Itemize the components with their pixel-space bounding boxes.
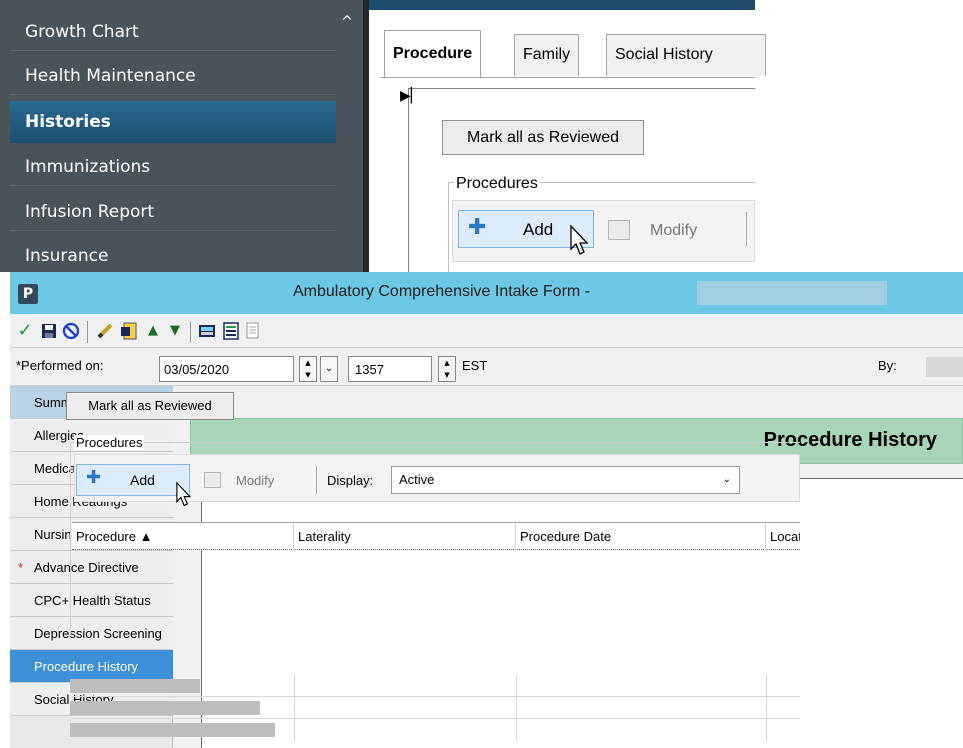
- back-sidebar-item-growth-chart[interactable]: Growth Chart: [10, 13, 345, 51]
- back-window-divider: [363, 0, 369, 272]
- list-icon[interactable]: [222, 322, 240, 340]
- procedures-group-label: Procedures: [74, 435, 145, 450]
- form-icon[interactable]: [120, 322, 138, 340]
- back-window-content: Procedure Family Social History ▶▏ Mark …: [370, 10, 766, 272]
- calculator-icon[interactable]: [198, 322, 216, 340]
- back-tab-divider: [380, 77, 755, 78]
- toolbar-separator: [746, 212, 747, 246]
- arrow-down-icon[interactable]: ▼: [166, 322, 184, 340]
- column-header-procedure-date[interactable]: Procedure Date: [516, 523, 766, 551]
- checkmark-icon[interactable]: ✓: [16, 322, 34, 340]
- back-modify-button[interactable]: Modify: [650, 222, 697, 240]
- display-value: Active: [399, 472, 435, 487]
- required-marker: *: [18, 560, 24, 575]
- chevron-down-icon[interactable]: ⌄: [320, 356, 338, 382]
- form-toolbar: ✓ ▲ ▼: [10, 314, 963, 348]
- plus-icon: ✚: [468, 215, 487, 240]
- time-spinner[interactable]: ▲ ▼: [438, 356, 456, 382]
- document-icon[interactable]: [244, 322, 262, 340]
- mouse-cursor-icon: [570, 225, 589, 255]
- back-tab-procedure[interactable]: Procedure: [384, 30, 482, 78]
- performed-time-input[interactable]: 1357: [348, 356, 432, 382]
- back-sidebar: Growth Chart Health Maintenance Historie…: [0, 0, 363, 272]
- back-tab-social-history[interactable]: Social History: [606, 34, 766, 76]
- cell-divider: [766, 697, 767, 719]
- back-sidebar-item-health-maintenance[interactable]: Health Maintenance: [10, 57, 345, 95]
- scroll-up-icon[interactable]: ^: [336, 10, 358, 32]
- mouse-cursor-icon: [176, 482, 192, 507]
- cell-divider: [766, 675, 767, 697]
- back-sidebar-item-infusion-report[interactable]: Infusion Report: [10, 193, 345, 231]
- redacted-patient-name: [697, 281, 887, 305]
- arrow-up-icon[interactable]: ▲: [144, 322, 162, 340]
- toolbar-separator: [87, 321, 88, 343]
- plus-icon: ✚: [86, 467, 102, 488]
- redacted-cell: [70, 679, 200, 693]
- back-mark-all-reviewed-button[interactable]: Mark all as Reviewed: [442, 120, 644, 155]
- toolbar-separator: [190, 321, 191, 343]
- cell-divider: [294, 697, 295, 719]
- date-spinner[interactable]: ▲ ▼: [299, 356, 317, 382]
- cell-divider: [516, 675, 517, 697]
- redacted-cell: [70, 701, 260, 715]
- edit-icon: [608, 220, 630, 240]
- modify-button[interactable]: Modify: [236, 473, 274, 488]
- column-header-procedure[interactable]: Procedure ▲: [72, 523, 294, 551]
- by-label: By:: [878, 358, 897, 373]
- column-header-laterality[interactable]: Laterality: [294, 523, 516, 551]
- performed-date-input[interactable]: 03/05/2020: [159, 356, 294, 382]
- performed-bar: *Performed on: 03/05/2020 ▲ ▼ ⌄ 1357 ▲ ▼ E…: [10, 348, 963, 386]
- timezone-label: EST: [462, 358, 488, 373]
- cell-divider: [294, 719, 295, 741]
- back-procedures-group-label: Procedures: [454, 175, 540, 193]
- back-add-label: Add: [523, 220, 554, 239]
- back-window-header-bar: [369, 0, 755, 10]
- pen-icon[interactable]: [96, 322, 114, 340]
- table-row[interactable]: [70, 675, 800, 697]
- back-tab-family[interactable]: Family: [514, 34, 580, 76]
- back-sidebar-scrollbar[interactable]: ^: [336, 10, 358, 272]
- intake-form-window: P Ambulatory Comprehensive Intake Form -…: [10, 272, 963, 748]
- redacted-cell: [70, 723, 275, 737]
- edit-icon: [204, 472, 221, 488]
- title-bar[interactable]: P Ambulatory Comprehensive Intake Form -: [10, 272, 963, 314]
- column-header-location[interactable]: Location: [766, 523, 800, 551]
- table-row[interactable]: [70, 719, 800, 741]
- performed-on-label: *Performed on:: [16, 358, 104, 373]
- back-sidebar-item-histories[interactable]: Histories: [10, 101, 345, 143]
- table-row[interactable]: [70, 697, 800, 719]
- cell-divider: [516, 719, 517, 741]
- toolbar-separator: [316, 466, 317, 494]
- display-select[interactable]: Active ⌄: [391, 466, 740, 494]
- display-label: Display:: [327, 473, 374, 488]
- procedures-table-header: Procedure ▲ Laterality Procedure Date Lo…: [72, 522, 800, 551]
- back-sidebar-item-insurance[interactable]: Insurance: [10, 237, 345, 275]
- add-label: Add: [130, 472, 155, 488]
- back-sidebar-item-immunizations[interactable]: Immunizations: [10, 148, 345, 186]
- chevron-down-icon[interactable]: ⌄: [723, 474, 731, 485]
- cell-divider: [766, 719, 767, 741]
- save-icon[interactable]: [40, 322, 58, 340]
- cell-divider: [294, 675, 295, 697]
- mark-all-reviewed-button[interactable]: Mark all as Reviewed: [66, 392, 234, 420]
- expand-icon[interactable]: ▶▏: [400, 88, 422, 104]
- cancel-icon[interactable]: [62, 322, 80, 340]
- redacted-user: [926, 357, 963, 377]
- cell-divider: [516, 697, 517, 719]
